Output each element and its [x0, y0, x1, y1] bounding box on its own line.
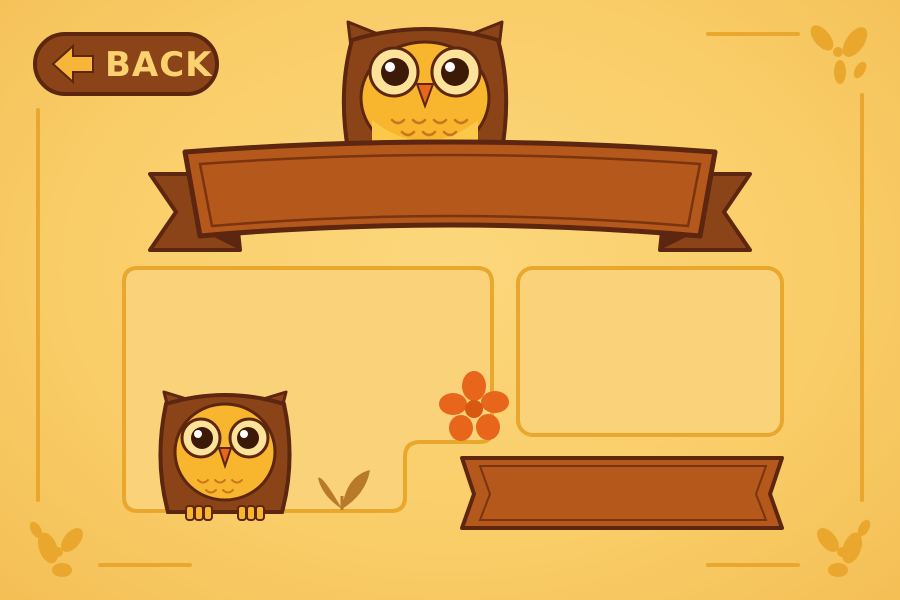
right-banner[interactable]	[460, 456, 784, 530]
foreground-layer	[148, 20, 784, 530]
game-screen: BACK	[0, 0, 900, 600]
title-banner	[148, 139, 752, 252]
owl-mascot-top	[341, 20, 509, 156]
owl-mascot-small	[158, 390, 292, 521]
